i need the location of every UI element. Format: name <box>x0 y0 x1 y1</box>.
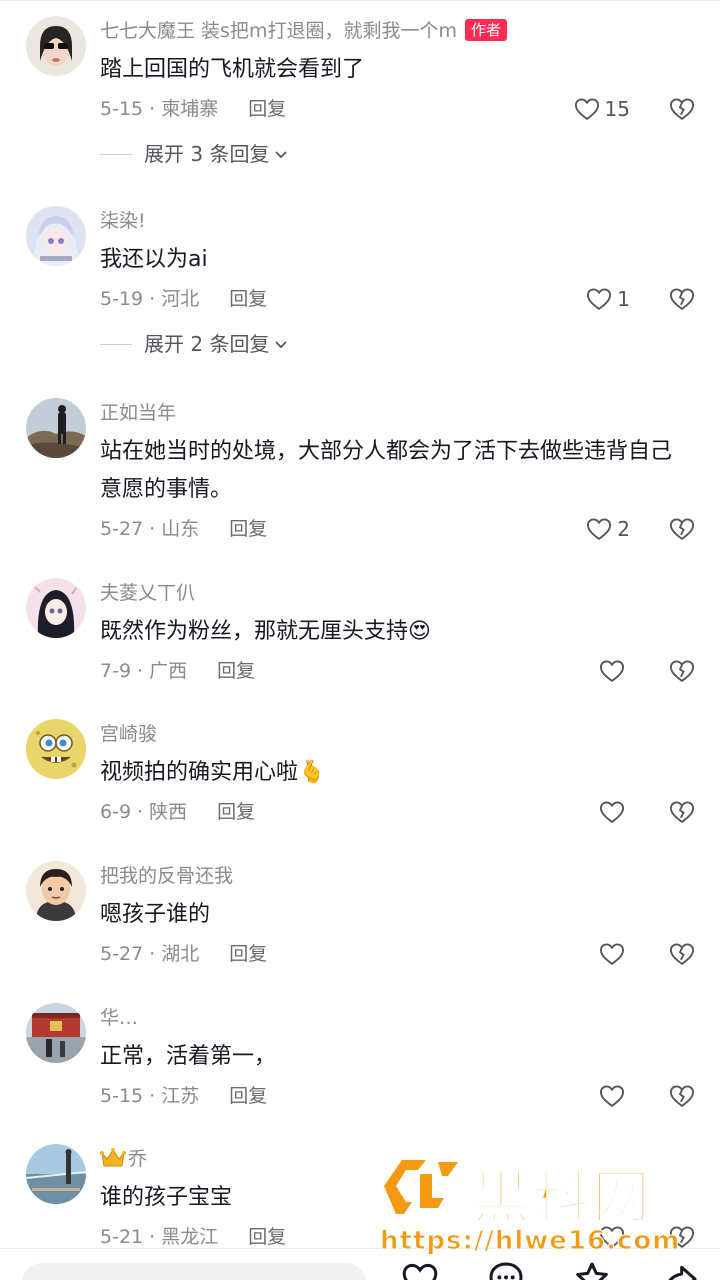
comment-item: 把我的反骨还我 嗯孩子谁的 5-27 · 湖北 回复 <box>0 861 720 981</box>
heart-icon <box>574 98 599 121</box>
broken-heart-icon <box>669 518 695 541</box>
like-button[interactable]: 1 <box>585 283 630 315</box>
watermark-logo-icon <box>384 1160 458 1214</box>
reply-button[interactable]: 回复 <box>248 1223 286 1251</box>
comment-text: 正常，活着第一， <box>100 1044 277 1069</box>
crown-icon <box>100 1147 126 1176</box>
broken-heart-icon <box>669 943 695 966</box>
username[interactable]: 宫崎骏 <box>100 721 157 747</box>
comment-text: 踏上回国的飞机就会看到了 <box>100 57 365 82</box>
reply-button[interactable]: 回复 <box>229 285 267 313</box>
avatar[interactable] <box>26 578 86 638</box>
comment-date-location: 5-15 · 柬埔寨 <box>100 98 219 120</box>
heart-icon <box>599 801 625 824</box>
comment-date-location: 5-27 · 湖北 <box>100 943 200 965</box>
comment-date-location: 5-21 · 黑龙江 <box>100 1226 219 1248</box>
reply-button[interactable]: 回复 <box>217 798 255 826</box>
comment-meta: 5-15 · 柬埔寨 回复 <box>100 95 286 123</box>
comment-meta: 5-27 · 湖北 回复 <box>100 940 267 968</box>
comment-date-location: 5-27 · 山东 <box>100 518 200 540</box>
comment-item: 柒染! 我还以为ai 5-19 · 河北 回复 1 展开 2 条回复 <box>0 206 720 376</box>
broken-heart-icon <box>669 660 695 683</box>
comment-item: 宫崎骏 视频拍的确实用心啦🫰 6-9 · 陕西 回复 <box>0 719 720 839</box>
comment-meta: 5-21 · 黑龙江 回复 <box>100 1223 286 1251</box>
broken-heart-icon <box>669 801 695 824</box>
watermark: 黑料网 https://hlwe16.com <box>376 1150 720 1270</box>
heart-icon <box>599 660 625 683</box>
like-button[interactable] <box>598 655 630 687</box>
username[interactable]: 华… <box>100 1005 138 1031</box>
dislike-button[interactable] <box>668 938 696 970</box>
comment-item: 夫菱乂丅仈 既然作为粉丝，那就无厘头支持😍 7-9 · 广西 回复 <box>0 578 720 698</box>
comment-meta: 5-27 · 山东 回复 <box>100 515 267 543</box>
watermark-url: https://hlwe16.com <box>379 1226 681 1257</box>
like-count: 15 <box>604 97 630 121</box>
dislike-button[interactable] <box>668 513 696 545</box>
chevron-down-icon <box>275 151 288 159</box>
like-button[interactable] <box>598 938 630 970</box>
dislike-button[interactable] <box>668 283 696 315</box>
reply-button[interactable]: 回复 <box>229 940 267 968</box>
comment-text: 既然作为粉丝，那就无厘头支持😍 <box>100 619 431 644</box>
comment-text: 嗯孩子谁的 <box>100 902 211 927</box>
username[interactable]: 乔 <box>100 1146 147 1172</box>
expand-replies-button[interactable]: 展开 3 条回复 <box>100 140 289 168</box>
dislike-button[interactable] <box>668 93 696 125</box>
comment-date-location: 6-9 · 陕西 <box>100 801 188 823</box>
comment-item: 正如当年 站在她当时的处境，大部分人都会为了活下去做些违背自己意愿的事情。 5-… <box>0 398 720 558</box>
dislike-button[interactable] <box>668 655 696 687</box>
dislike-button[interactable] <box>668 796 696 828</box>
username[interactable]: 柒染! <box>100 208 146 234</box>
broken-heart-icon <box>669 288 695 311</box>
comment-meta: 5-15 · 江苏 回复 <box>100 1082 267 1110</box>
broken-heart-icon <box>669 1085 695 1108</box>
author-badge: 作者 <box>464 19 507 41</box>
comment-text: 我还以为ai <box>100 247 208 272</box>
like-count: 2 <box>617 517 630 541</box>
heart-icon <box>599 943 625 966</box>
comment-meta: 6-9 · 陕西 回复 <box>100 798 255 826</box>
comment-item: 华… 正常，活着第一， 5-15 · 江苏 回复 <box>0 1003 720 1123</box>
like-button[interactable]: 15 <box>573 93 630 125</box>
username[interactable]: 七七大魔王 装s把m打退圈，就剩我一个m 作者 <box>100 18 507 44</box>
avatar[interactable] <box>26 206 86 266</box>
reply-button[interactable]: 回复 <box>248 95 286 123</box>
like-count: 1 <box>617 287 630 311</box>
heart-icon <box>599 1085 625 1108</box>
like-button[interactable] <box>598 796 630 828</box>
heart-icon <box>587 518 612 541</box>
avatar[interactable] <box>26 1003 86 1063</box>
username[interactable]: 把我的反骨还我 <box>100 863 233 889</box>
comment-date-location: 5-19 · 河北 <box>100 288 200 310</box>
comment-meta: 5-19 · 河北 回复 <box>100 285 267 313</box>
reply-button[interactable]: 回复 <box>229 515 267 543</box>
reply-button[interactable]: 回复 <box>217 657 255 685</box>
avatar[interactable] <box>26 398 86 458</box>
comment-item: 七七大魔王 装s把m打退圈，就剩我一个m 作者 踏上回国的飞机就会看到了 5-15… <box>0 16 720 186</box>
avatar[interactable] <box>26 719 86 779</box>
avatar[interactable] <box>26 861 86 921</box>
comment-meta: 7-9 · 广西 回复 <box>100 657 255 685</box>
avatar[interactable] <box>26 1144 86 1204</box>
broken-heart-icon <box>669 98 695 121</box>
username[interactable]: 正如当年 <box>100 400 176 426</box>
username[interactable]: 夫菱乂丅仈 <box>100 580 195 606</box>
top-divider <box>0 0 720 1</box>
comment-input[interactable] <box>22 1263 366 1280</box>
expand-replies-button[interactable]: 展开 2 条回复 <box>100 330 289 358</box>
comment-text: 站在她当时的处境，大部分人都会为了活下去做些违背自己意愿的事情。 <box>100 439 673 502</box>
like-button[interactable]: 2 <box>585 513 630 545</box>
dislike-button[interactable] <box>668 1080 696 1112</box>
watermark-title: 黑料网 <box>471 1162 653 1232</box>
like-button[interactable] <box>598 1080 630 1112</box>
heart-icon <box>587 288 612 311</box>
avatar[interactable] <box>26 16 86 76</box>
reply-button[interactable]: 回复 <box>229 1082 267 1110</box>
comment-date-location: 7-9 · 广西 <box>100 660 188 682</box>
comment-date-location: 5-15 · 江苏 <box>100 1085 200 1107</box>
chevron-down-icon <box>275 341 288 349</box>
comment-text: 视频拍的确实用心啦🫰 <box>100 760 326 785</box>
